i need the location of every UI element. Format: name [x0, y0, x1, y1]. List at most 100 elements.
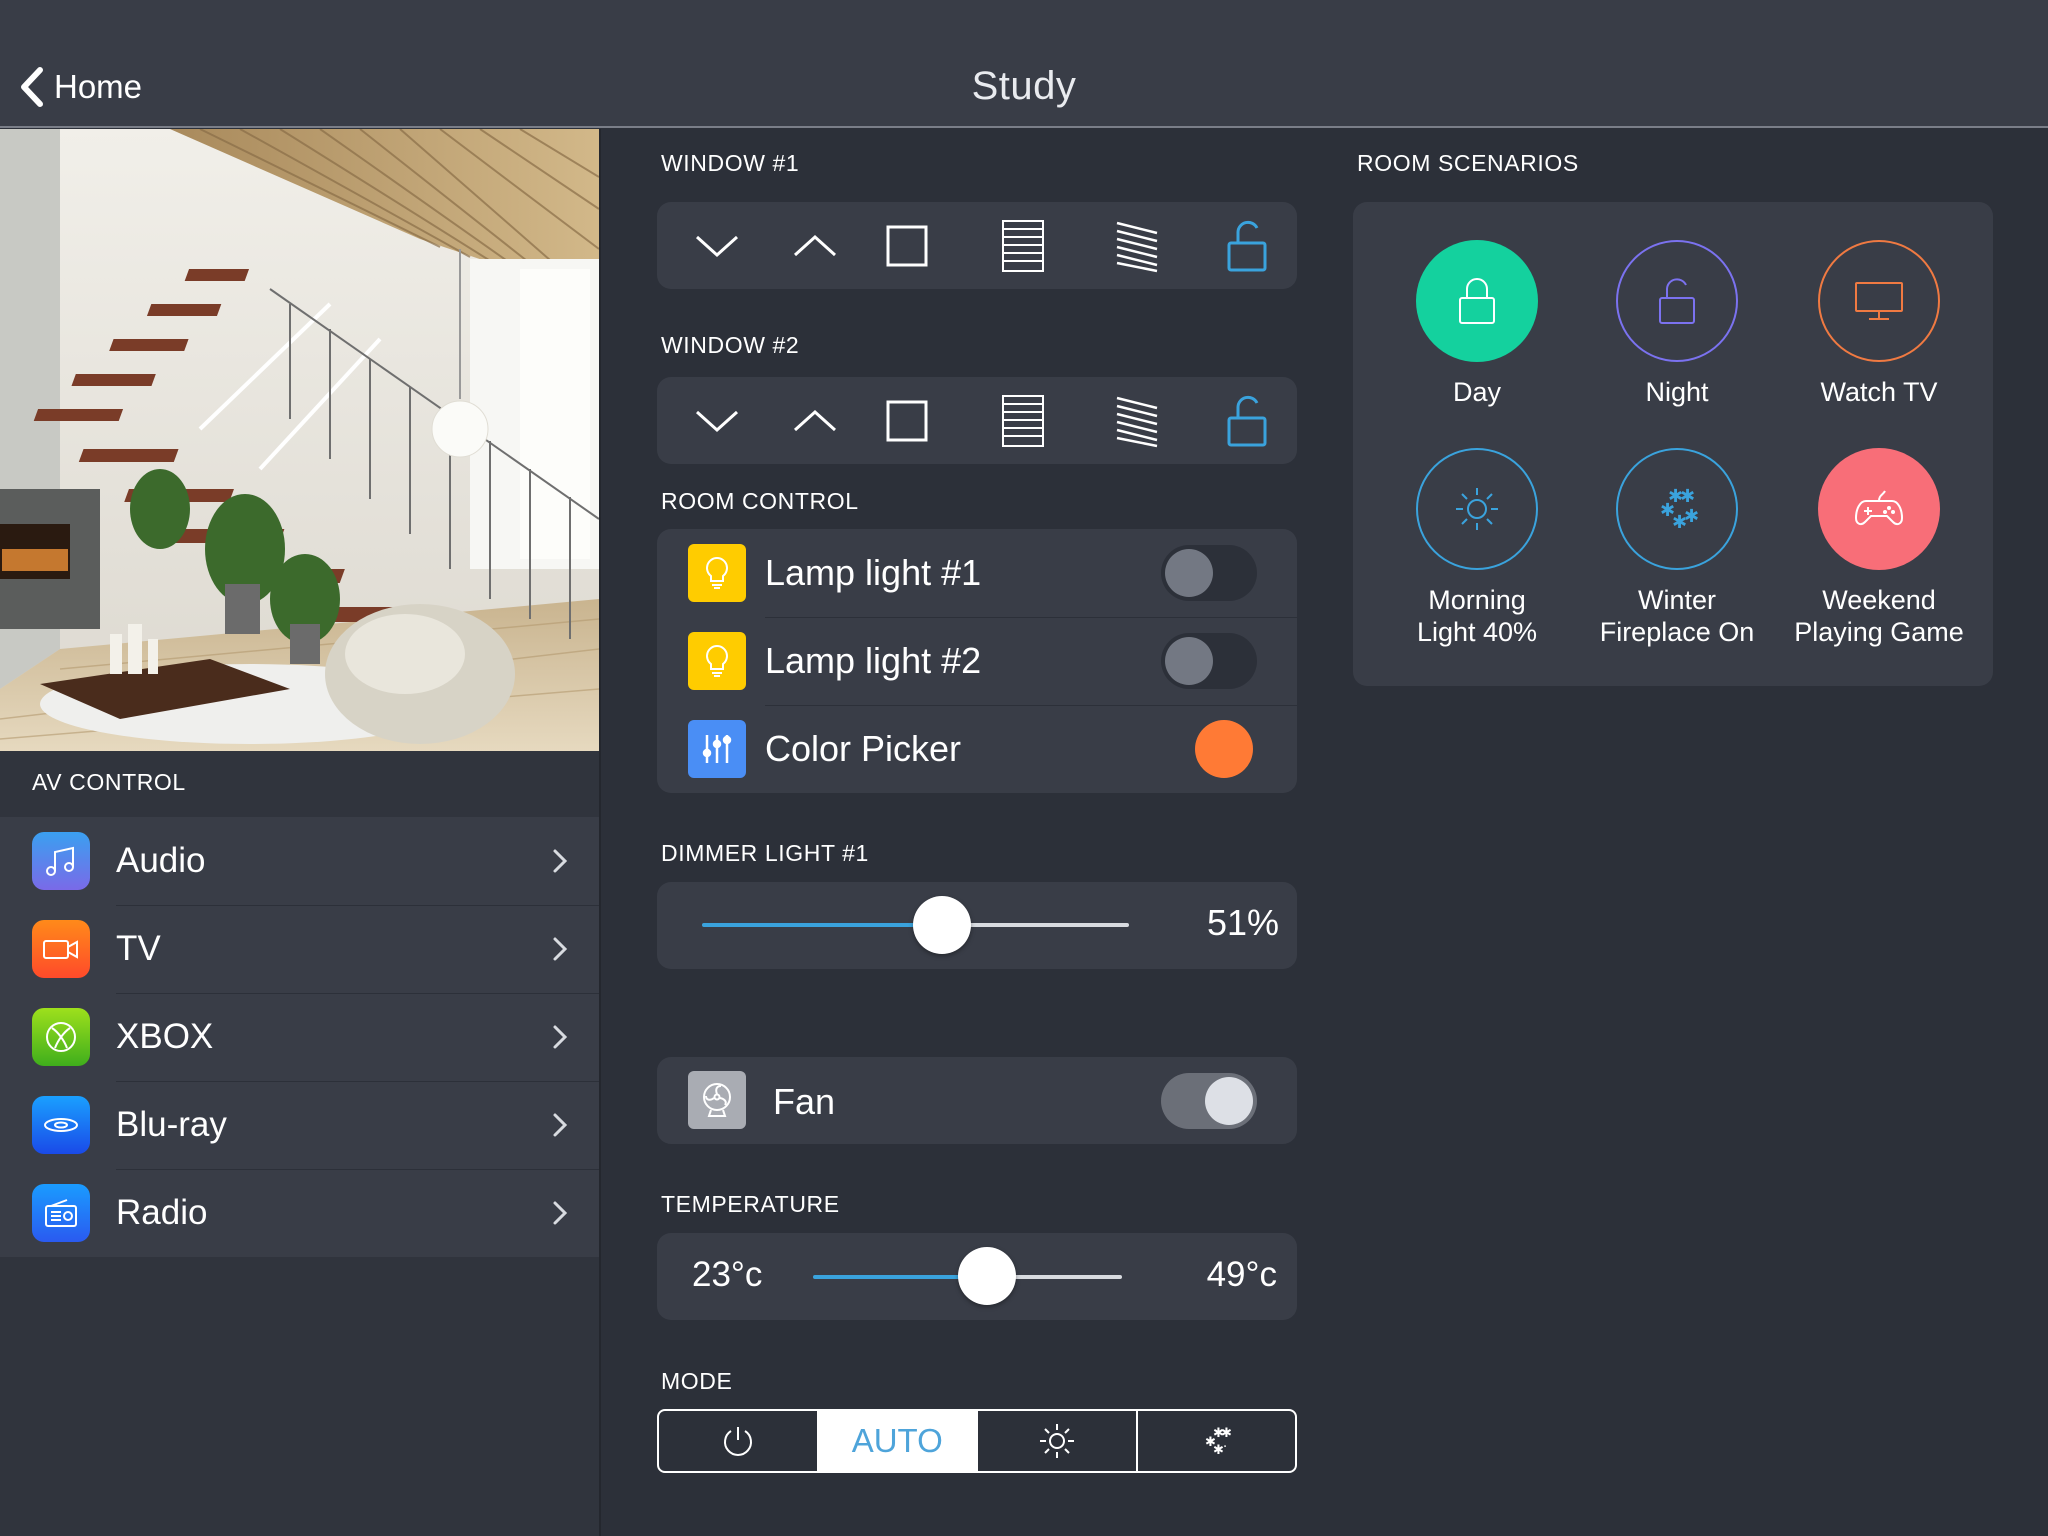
scenario-morning-light[interactable]: Morning Light 40%: [1377, 448, 1577, 648]
av-item-label: TV: [116, 929, 161, 968]
av-item-bluray[interactable]: Blu-ray: [0, 1081, 599, 1169]
scenario-label: Weekend Playing Game: [1794, 585, 1964, 647]
window-down-button[interactable]: [677, 202, 757, 289]
room-control-list: Lamp light #1 Lamp light #2 Color Picker: [657, 529, 1297, 793]
chevron-down-icon: [695, 410, 739, 432]
blinds-closed-icon: [1002, 394, 1044, 447]
dimmer-slider-thumb[interactable]: [913, 896, 971, 954]
blinds-tilted-icon: [1116, 396, 1158, 447]
window-2-controls: [657, 377, 1297, 464]
dimmer-track-empty: [944, 923, 1129, 927]
chevron-right-icon: [553, 1113, 568, 1137]
chevron-right-icon: [553, 1201, 568, 1225]
av-item-radio[interactable]: Radio: [0, 1169, 599, 1257]
xbox-logo-icon: [32, 1008, 90, 1066]
temperature-slider-thumb[interactable]: [958, 1247, 1016, 1305]
bluray-disc-icon: [32, 1096, 90, 1154]
chevron-right-icon: [553, 849, 568, 873]
av-item-xbox[interactable]: XBOX: [0, 993, 599, 1081]
window-stop-button[interactable]: [867, 202, 947, 289]
av-item-label: Blu-ray: [116, 1105, 227, 1144]
dimmer-track-filled: [702, 923, 944, 927]
color-picker-row: Color Picker: [657, 705, 1297, 793]
light-bulb-icon: [688, 632, 746, 690]
scenario-night[interactable]: Night: [1577, 240, 1777, 408]
unlock-icon: [1616, 240, 1738, 362]
av-item-tv[interactable]: TV: [0, 905, 599, 993]
window-2-title: WINDOW #2: [661, 332, 800, 358]
room-photo: [0, 129, 599, 751]
window-up-button[interactable]: [775, 202, 855, 289]
scenario-winter-fireplace[interactable]: ✱ ✱ ✱ ✱ ✱ Winter Fireplace On: [1577, 448, 1777, 648]
window-down-button[interactable]: [677, 377, 757, 464]
left-panel: AV CONTROL Audio TV XBOX Blu-ray Radio: [0, 129, 599, 1536]
video-camera-icon: [32, 920, 90, 978]
mode-off-segment[interactable]: [659, 1411, 817, 1471]
lamp-light-1-toggle[interactable]: [1161, 545, 1257, 601]
blinds-tilted-button[interactable]: [1097, 377, 1177, 464]
music-note-icon: [32, 832, 90, 890]
room-control-title: ROOM CONTROL: [661, 488, 859, 514]
av-item-label: Radio: [116, 1193, 208, 1232]
window-up-button[interactable]: [775, 377, 855, 464]
blinds-tilted-button[interactable]: [1097, 202, 1177, 289]
sun-icon: [1039, 1424, 1074, 1458]
dimmer-card: 51%: [657, 882, 1297, 969]
power-icon: [723, 1427, 752, 1456]
fan-label: Fan: [773, 1081, 836, 1122]
window-stop-button[interactable]: [867, 377, 947, 464]
window-1-title: WINDOW #1: [661, 150, 800, 176]
gamepad-icon: [1818, 448, 1940, 570]
scenario-label: Day: [1452, 377, 1501, 407]
av-control-title: AV CONTROL: [32, 769, 186, 795]
color-picker-swatch[interactable]: [1195, 720, 1253, 778]
mode-segmented-control: AUTO ✱ ✱ ✱ ✱ ·: [657, 1409, 1297, 1473]
window-1-controls: [657, 202, 1297, 289]
snowflake-icon: ✱ ✱ ✱ ✱ ✱: [1616, 448, 1738, 570]
room-scenarios-panel: Day Night Watch TV Morning Light 40% ✱ ✱ ✱ ✱…: [1353, 202, 1993, 686]
mode-auto-label: AUTO: [851, 1422, 943, 1459]
lamp-light-1-row: Lamp light #1: [657, 529, 1297, 617]
mode-cool-segment[interactable]: ✱ ✱ ✱ ✱ ·: [1135, 1411, 1296, 1471]
mode-auto-segment[interactable]: AUTO: [816, 1411, 976, 1471]
dimmer-value: 51%: [1206, 902, 1279, 943]
temperature-card: 23°c 49°c: [657, 1233, 1297, 1320]
scenario-label: Night: [1645, 377, 1709, 407]
temperature-min: 23°c: [692, 1255, 763, 1294]
av-item-label: XBOX: [116, 1017, 214, 1056]
monitor-icon: [1818, 240, 1940, 362]
stop-square-icon: [886, 225, 928, 266]
sun-icon: [1416, 448, 1538, 570]
scenario-watch-tv[interactable]: Watch TV: [1779, 240, 1979, 408]
window-unlock-button[interactable]: [1207, 202, 1287, 289]
av-item-audio[interactable]: Audio: [0, 817, 599, 905]
snowflake-icon: ✱✱✱✱ ·: [1205, 1426, 1232, 1458]
svg-text:·: ·: [1223, 1440, 1227, 1455]
room-scenarios-title: ROOM SCENARIOS: [1357, 150, 1579, 176]
blinds-tilted-icon: [1116, 221, 1158, 272]
lock-icon: [1416, 240, 1538, 362]
light-bulb-icon: [688, 544, 746, 602]
lamp-light-2-toggle[interactable]: [1161, 633, 1257, 689]
scenario-weekend-game[interactable]: Weekend Playing Game: [1779, 448, 1979, 648]
room-illustration: [0, 129, 599, 751]
navigation-bar: Home Study: [0, 0, 2048, 128]
unlock-icon: [1227, 220, 1267, 271]
scenario-label: Winter Fireplace On: [1599, 585, 1755, 647]
stop-square-icon: [886, 400, 928, 441]
window-unlock-button[interactable]: [1207, 377, 1287, 464]
fan-icon: [688, 1071, 746, 1129]
fan-toggle[interactable]: [1161, 1073, 1257, 1129]
scenario-day[interactable]: Day: [1377, 240, 1577, 408]
chevron-up-icon: [793, 409, 837, 431]
chevron-right-icon: [553, 937, 568, 961]
scenario-label: Watch TV: [1820, 377, 1938, 407]
mode-heat-segment[interactable]: [976, 1411, 1136, 1471]
blinds-closed-icon: [1002, 219, 1044, 272]
unlock-icon: [1227, 395, 1267, 446]
blinds-closed-button[interactable]: [983, 202, 1063, 289]
svg-text:✱: ✱: [1680, 486, 1695, 507]
mode-title: MODE: [661, 1368, 733, 1394]
blinds-closed-button[interactable]: [983, 377, 1063, 464]
chevron-down-icon: [695, 235, 739, 257]
